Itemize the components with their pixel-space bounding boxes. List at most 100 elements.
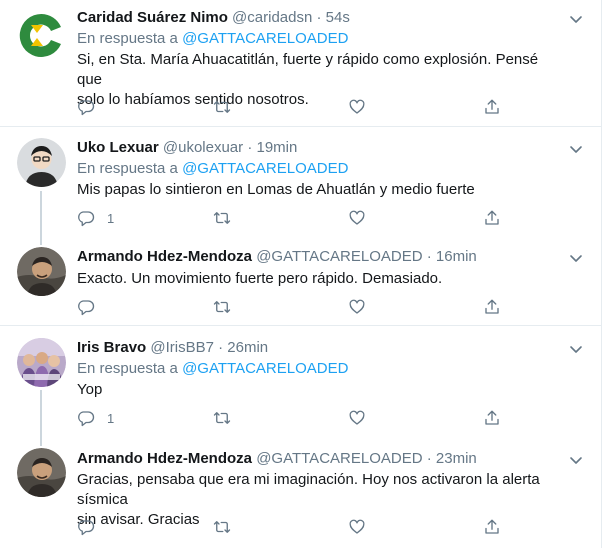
avatar[interactable] [17,338,66,387]
avatar[interactable] [17,448,66,497]
retweet-icon [213,518,231,536]
tweet-header: Armando Hdez-Mendoza @GATTACARELOADED · … [77,247,561,267]
separator-dot: · [426,248,432,265]
timestamp[interactable]: 26min [227,339,268,356]
avatar[interactable] [17,11,66,60]
tweet-thread: Caridad Suárez Nimo @caridadsn · 54s En … [0,0,602,548]
reply-count: 1 [107,410,115,426]
share-button[interactable] [483,517,501,537]
share-button[interactable] [483,208,501,228]
reply-count: 1 [107,210,115,226]
reply-mention-link[interactable]: @GATTACARELOADED [182,160,348,177]
retweet-icon [213,298,231,316]
share-button[interactable] [483,408,501,428]
reply-button[interactable] [77,97,107,117]
author-name[interactable]: Iris Bravo [77,339,146,356]
tweet-actions: 1 [77,208,517,228]
reply-prefix: En respuesta a [77,30,183,47]
tweet[interactable]: Caridad Suárez Nimo @caridadsn · 54s En … [0,0,601,126]
text-line: Exacto. Un movimiento fuerte pero rápido… [77,270,443,287]
timestamp[interactable]: 54s [326,9,350,26]
share-button[interactable] [483,97,501,117]
reply-button[interactable]: 1 [77,408,114,428]
reply-context: En respuesta a @GATTACARELOADED [77,359,348,379]
retweet-button[interactable] [213,97,231,117]
author-name[interactable]: Armando Hdez-Mendoza [77,450,252,467]
author-name[interactable]: Uko Lexuar [77,139,159,156]
reply-icon [77,518,95,536]
thread-line [40,390,42,436]
author-handle[interactable]: @caridadsn [232,9,312,26]
tweet-header: Caridad Suárez Nimo @caridadsn · 54s [77,8,561,28]
like-button[interactable] [348,517,366,537]
heart-icon [348,298,366,316]
retweet-button[interactable] [213,297,231,317]
timestamp[interactable]: 23min [436,450,477,467]
tweet[interactable]: Uko Lexuar @ukolexuar · 19min En respues… [0,127,601,235]
tweet[interactable]: Armando Hdez-Mendoza @GATTACARELOADED · … [0,436,601,548]
chevron-down-icon[interactable] [568,250,584,266]
retweet-button[interactable] [213,208,231,228]
separator-dot: · [247,139,253,156]
reply-icon [77,98,95,116]
tweet-text: Exacto. Un movimiento fuerte pero rápido… [77,269,547,289]
reply-icon [77,209,95,227]
reply-context: En respuesta a @GATTACARELOADED [77,29,348,49]
reply-context: En respuesta a @GATTACARELOADED [77,159,348,179]
like-button[interactable] [348,408,366,428]
author-handle[interactable]: @GATTACARELOADED [256,248,422,265]
separator-dot: · [426,450,432,467]
author-handle[interactable]: @ukolexuar [163,139,243,156]
reply-prefix: En respuesta a [77,360,183,377]
text-line: Yop [77,381,103,398]
reply-mention-link[interactable]: @GATTACARELOADED [182,30,348,47]
tweet-text: Mis papas lo sintieron en Lomas de Ahuat… [77,180,547,200]
author-name[interactable]: Caridad Suárez Nimo [77,9,228,26]
like-button[interactable] [348,208,366,228]
chevron-down-icon[interactable] [568,452,584,468]
text-line: Si, en Sta. María Ahuacatitlán, fuerte y… [77,51,539,88]
like-button[interactable] [348,297,366,317]
heart-icon [348,409,366,427]
timestamp[interactable]: 19min [257,139,298,156]
tweet[interactable]: Armando Hdez-Mendoza @GATTACARELOADED · … [0,235,601,324]
chevron-down-icon[interactable] [568,11,584,27]
reply-icon [77,298,95,316]
text-line: Gracias, pensaba que era mi imaginación.… [77,471,540,508]
heart-icon [348,518,366,536]
like-button[interactable] [348,97,366,117]
chevron-down-icon[interactable] [568,141,584,157]
tweet[interactable]: Iris Bravo @IrisBB7 · 26min En respuesta… [0,326,601,436]
reply-prefix: En respuesta a [77,160,183,177]
share-button[interactable] [483,297,501,317]
reply-button[interactable]: 1 [77,208,114,228]
chevron-down-icon[interactable] [568,341,584,357]
author-name[interactable]: Armando Hdez-Mendoza [77,248,252,265]
heart-icon [348,209,366,227]
tweet-actions [77,517,517,537]
avatar[interactable] [17,138,66,187]
separator-dot: · [218,339,224,356]
reply-button[interactable] [77,297,107,317]
author-handle[interactable]: @GATTACARELOADED [256,450,422,467]
text-line: Mis papas lo sintieron en Lomas de Ahuat… [77,181,475,198]
share-icon [483,298,501,316]
avatar[interactable] [17,247,66,296]
share-icon [483,98,501,116]
separator-dot: · [316,9,322,26]
timestamp[interactable]: 16min [436,248,477,265]
author-handle[interactable]: @IrisBB7 [150,339,214,356]
share-icon [483,518,501,536]
retweet-button[interactable] [213,408,231,428]
share-icon [483,409,501,427]
thread-line [40,191,42,235]
reply-icon [77,409,95,427]
share-icon [483,209,501,227]
tweet-actions: 1 [77,408,517,428]
retweet-icon [213,209,231,227]
reply-mention-link[interactable]: @GATTACARELOADED [182,360,348,377]
reply-button[interactable] [77,517,107,537]
retweet-button[interactable] [213,517,231,537]
tweet-actions [77,297,517,317]
tweet-actions [77,97,517,117]
